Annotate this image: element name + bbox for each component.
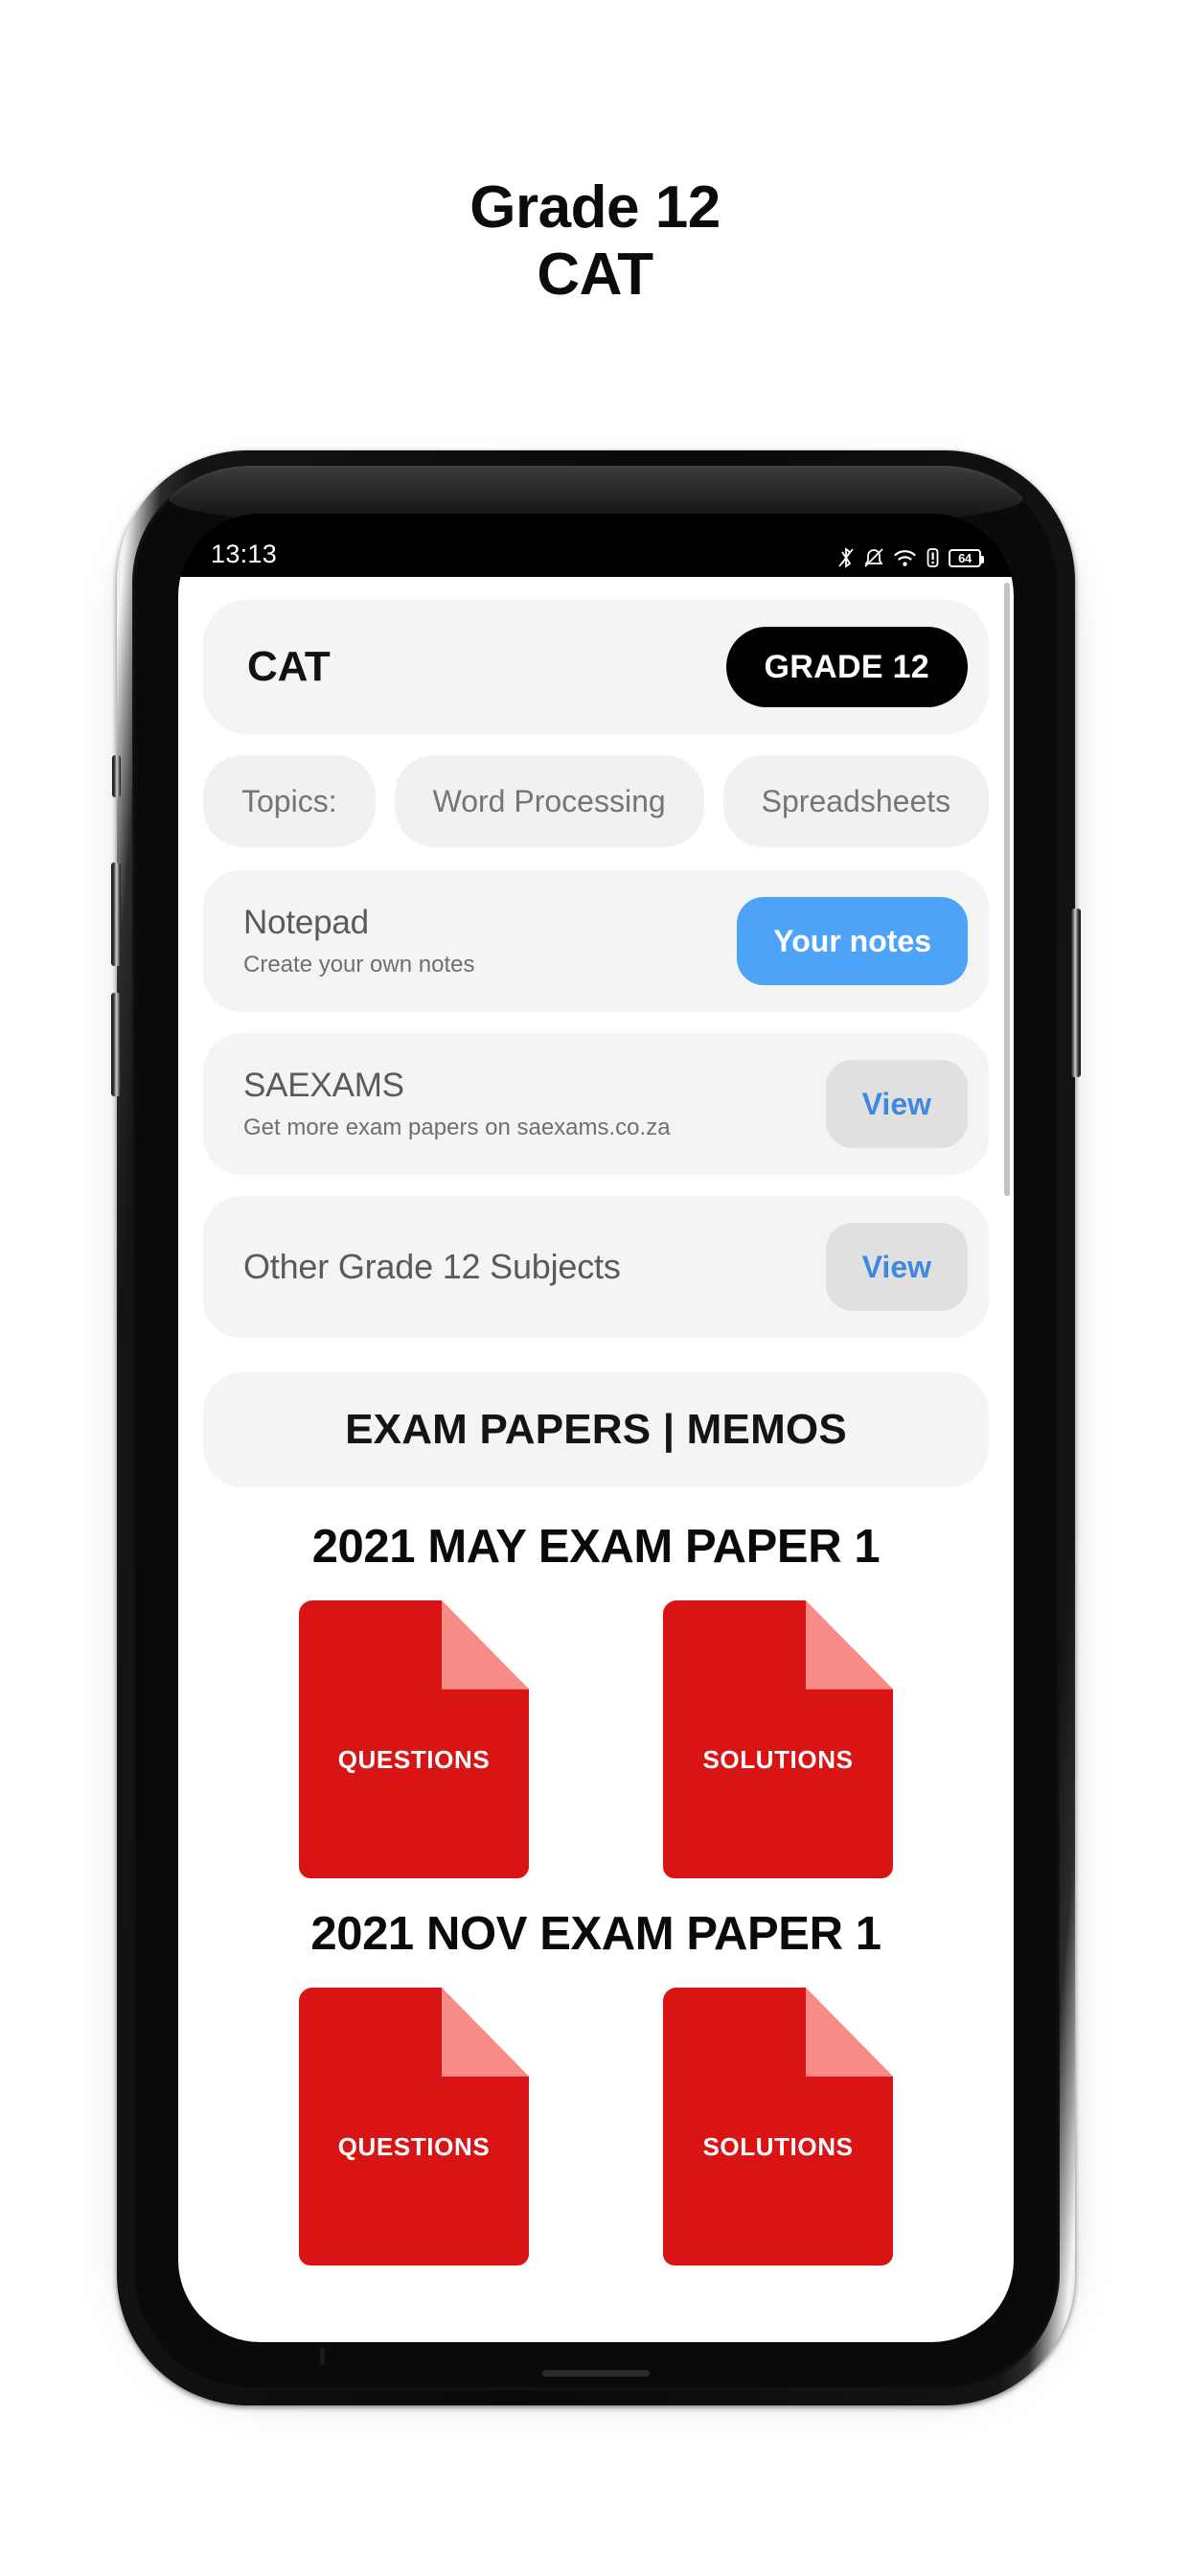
alert-icon <box>926 546 940 569</box>
pdf-questions-icon-2021-nov[interactable]: QUESTIONS <box>299 1988 529 2266</box>
pdf-body-shape <box>663 1600 893 1878</box>
page-title: Grade 12 CAT <box>0 174 1190 309</box>
power-button[interactable] <box>1071 908 1081 1077</box>
pdf-questions-label: QUESTIONS <box>337 2131 491 2161</box>
other-subjects-card-title: Other Grade 12 Subjects <box>243 1247 621 1286</box>
paper-icons-2021-may: QUESTIONS SOLUTIONS <box>203 1600 989 1878</box>
notepad-card-texts: Notepad Create your own notes <box>243 904 474 978</box>
status-bar-clock: 13:13 <box>211 540 278 568</box>
pdf-solutions-label: SOLUTIONS <box>702 1744 854 1774</box>
pdf-questions-icon-2021-may[interactable]: QUESTIONS <box>299 1600 529 1878</box>
scrollbar-track[interactable] <box>1004 577 1012 2342</box>
grade-badge[interactable]: GRADE 12 <box>725 627 968 707</box>
bottom-speaker-slit <box>542 2370 650 2377</box>
paper-title-2021-may: 2021 MAY EXAM PAPER 1 <box>311 1521 881 1573</box>
topics-row[interactable]: Topics: Word Processing Spreadsheets <box>203 755 989 847</box>
page-title-line-2: CAT <box>537 242 653 309</box>
other-subjects-card-texts: Other Grade 12 Subjects <box>243 1247 621 1287</box>
pdf-solutions-icon-2021-may[interactable]: SOLUTIONS <box>663 1600 893 1878</box>
bluetooth-icon <box>837 546 855 569</box>
other-subjects-view-button[interactable]: View <box>825 1223 968 1311</box>
bottom-chassis-marker <box>320 2348 325 2365</box>
status-bar-icons: 64 <box>837 546 984 569</box>
scrollbar-thumb[interactable] <box>1004 583 1010 1196</box>
subject-name: CAT <box>247 643 331 690</box>
paper-title-2021-nov: 2021 NOV EXAM PAPER 1 <box>310 1908 881 1960</box>
phone-screen: 13:13 64 CAT GRADE 12 Topics: Word Proce… <box>178 514 1014 2342</box>
pdf-body-shape <box>663 1988 893 2266</box>
exam-papers-section-banner: EXAM PAPERS | MEMOS <box>203 1372 989 1487</box>
phone-device-mockup: 13:13 64 CAT GRADE 12 Topics: Word Proce… <box>111 450 1081 2405</box>
topics-label-chip: Topics: <box>203 755 376 847</box>
saexams-card[interactable]: SAEXAMS Get more exam papers on saexams.… <box>203 1033 989 1175</box>
saexams-card-title: SAEXAMS <box>243 1067 404 1104</box>
topic-chip-word-processing[interactable]: Word Processing <box>394 755 704 847</box>
device-bezel: 13:13 64 CAT GRADE 12 Topics: Word Proce… <box>132 466 1060 2390</box>
notepad-card[interactable]: Notepad Create your own notes Your notes <box>203 870 989 1012</box>
pdf-solutions-icon-2021-nov[interactable]: SOLUTIONS <box>663 1988 893 2266</box>
volume-down-button[interactable] <box>111 993 121 1096</box>
pdf-body-shape <box>299 1600 529 1878</box>
app-scroll-container[interactable]: CAT GRADE 12 Topics: Word Processing Spr… <box>178 577 1014 2342</box>
pdf-questions-label: QUESTIONS <box>337 1744 491 1774</box>
app-viewport: CAT GRADE 12 Topics: Word Processing Spr… <box>178 577 1014 2342</box>
battery-level-label: 64 <box>958 550 972 565</box>
battery-icon: 64 <box>949 548 984 567</box>
saexams-card-subtitle: Get more exam papers on saexams.co.za <box>243 1115 671 1140</box>
paper-icons-2021-nov: QUESTIONS SOLUTIONS <box>203 1988 989 2266</box>
your-notes-button[interactable]: Your notes <box>737 897 968 985</box>
volume-up-button[interactable] <box>111 862 121 966</box>
status-bar: 13:13 64 <box>178 514 1014 577</box>
notepad-card-title: Notepad <box>243 904 369 941</box>
mute-switch-button[interactable] <box>112 755 121 797</box>
subject-header-card: CAT GRADE 12 <box>203 600 989 734</box>
pdf-solutions-label: SOLUTIONS <box>702 2131 854 2161</box>
topic-chip-spreadsheets[interactable]: Spreadsheets <box>722 755 989 847</box>
notepad-card-subtitle: Create your own notes <box>243 952 475 978</box>
page-title-line-1: Grade 12 <box>469 174 721 241</box>
saexams-card-texts: SAEXAMS Get more exam papers on saexams.… <box>243 1067 671 1141</box>
pdf-body-shape <box>299 1988 529 2266</box>
other-subjects-card[interactable]: Other Grade 12 Subjects View <box>203 1196 989 1338</box>
saexams-view-button[interactable]: View <box>825 1060 968 1148</box>
wifi-icon <box>893 546 917 569</box>
mute-icon <box>863 546 884 569</box>
